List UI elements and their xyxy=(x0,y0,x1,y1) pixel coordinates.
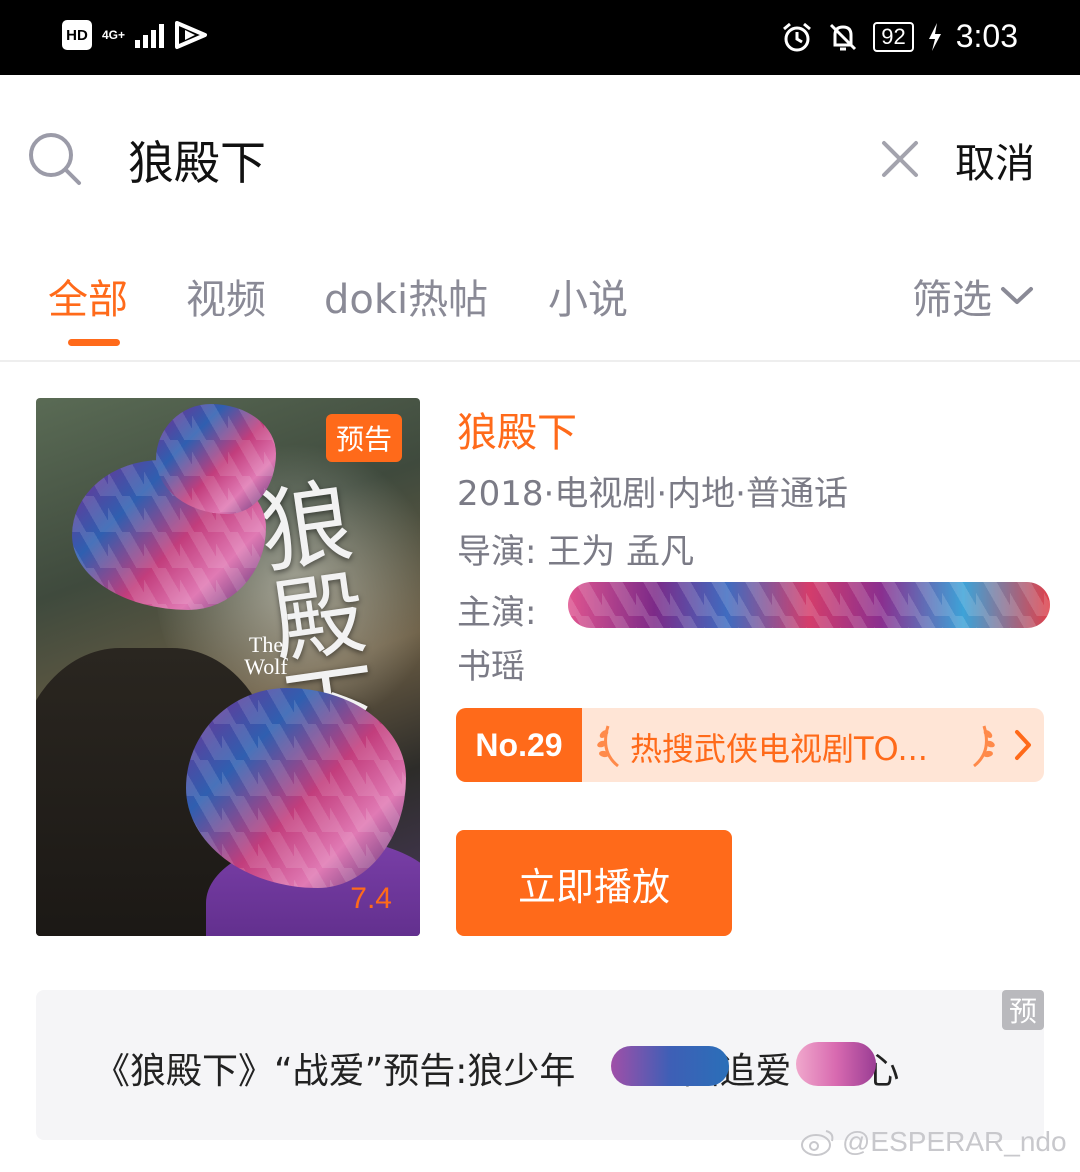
text-redaction-2 xyxy=(796,1042,876,1086)
chevron-right-icon xyxy=(1015,730,1031,760)
clear-icon[interactable] xyxy=(876,135,924,183)
result-title[interactable]: 狼殿下 xyxy=(457,400,577,458)
clock: 3:03 xyxy=(955,18,1018,54)
mute-bell-icon xyxy=(830,23,857,50)
score-badge: 7.4 xyxy=(350,882,392,915)
ranking-banner[interactable]: No.29 热搜武侠电视剧TO... xyxy=(456,708,1044,782)
status-bar: HD 4G+ 92 3:03 xyxy=(0,0,1080,75)
network-type: 4G+ xyxy=(102,28,126,42)
signal-icon xyxy=(135,22,165,48)
poster-subtitle: The Wolf xyxy=(244,632,288,679)
actors-label: 主演: xyxy=(457,593,537,633)
status-left: HD 4G+ xyxy=(62,20,208,50)
result-meta: 2018·电视剧·内地·普通话 xyxy=(457,474,848,514)
trailer-badge: 预告 xyxy=(325,414,402,462)
tab-novel[interactable]: 小说 xyxy=(548,267,628,325)
trailer-title: 《狼殿下》“战爱”预告:狼少年 陆追爱 心 xyxy=(94,1051,900,1092)
charging-icon xyxy=(928,22,941,51)
battery-indicator: 92 xyxy=(873,21,914,52)
watermark-text: @ESPERAR_ndo xyxy=(842,1126,1067,1157)
chevron-down-icon xyxy=(1001,287,1033,304)
rank-number: No.29 xyxy=(456,708,582,782)
watermark: @ESPERAR_ndo xyxy=(800,1126,1067,1158)
laurel-left-icon xyxy=(597,725,619,768)
filter-label: 筛选 xyxy=(912,277,992,323)
director-line: 导演: 王为 孟凡 xyxy=(457,524,694,573)
text-redaction-1 xyxy=(611,1046,729,1086)
director-names: 王为 孟凡 xyxy=(547,532,695,572)
alarm-icon xyxy=(783,22,812,51)
actors-tail: 书瑶 xyxy=(457,647,525,687)
tab-all[interactable]: 全部 xyxy=(48,267,128,325)
poster-image[interactable]: 狼殿下 The Wolf 预告 7.4 xyxy=(36,398,420,936)
trailer-tag: 预 xyxy=(1002,990,1044,1030)
actors-redaction xyxy=(568,582,1050,628)
status-right: 92 3:03 xyxy=(781,18,1018,55)
search-bar: 狼殿下 取消 xyxy=(0,75,1080,245)
play-store-icon xyxy=(175,21,208,49)
hd-icon: HD xyxy=(62,20,92,50)
director-label: 导演: xyxy=(457,532,537,572)
tab-doki[interactable]: doki热帖 xyxy=(324,267,488,325)
trailer-item[interactable]: 预 《狼殿下》“战爱”预告:狼少年 陆追爱 心 xyxy=(36,990,1044,1140)
filter-button[interactable]: 筛选 xyxy=(912,267,1034,325)
cancel-button[interactable]: 取消 xyxy=(955,131,1035,189)
play-now-button[interactable]: 立即播放 xyxy=(456,830,732,936)
rank-text: 热搜武侠电视剧TO... xyxy=(630,730,928,768)
laurel-right-icon xyxy=(973,725,995,768)
search-icon xyxy=(29,133,81,185)
weibo-icon xyxy=(801,1130,834,1156)
tab-video[interactable]: 视频 xyxy=(186,267,266,325)
search-input[interactable]: 狼殿下 xyxy=(128,127,266,193)
active-tab-indicator xyxy=(68,339,120,346)
result-tabs: 全部 视频 doki热帖 小说 筛选 xyxy=(0,245,1080,362)
